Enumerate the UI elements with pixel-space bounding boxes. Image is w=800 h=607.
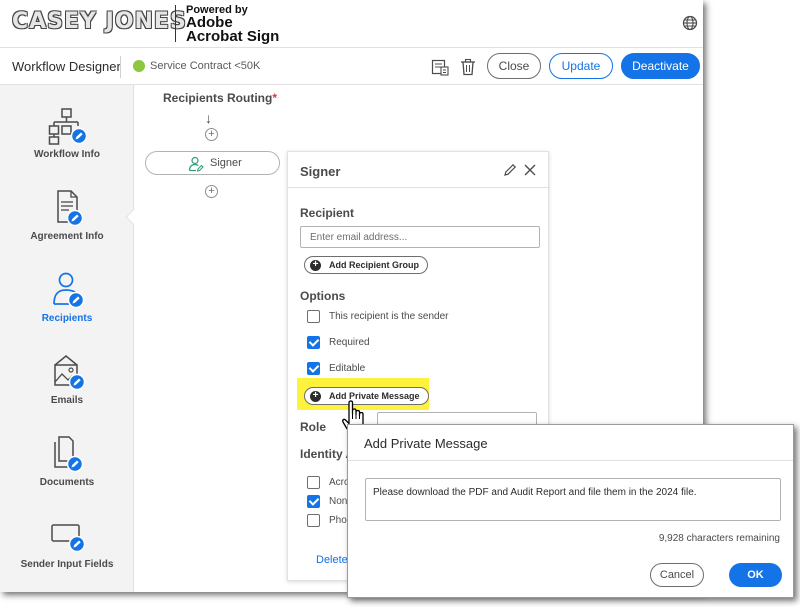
- editable-checkbox-row[interactable]: Editable: [307, 361, 365, 375]
- add-recipient-group-button[interactable]: + Add Recipient Group: [304, 256, 428, 274]
- required-checkbox-label: Required: [329, 336, 370, 348]
- documents-icon: [54, 436, 84, 473]
- sidebar-item-label: Agreement Info: [30, 231, 104, 242]
- workflow-name: Service Contract <50K: [150, 60, 261, 72]
- signer-node[interactable]: Signer: [145, 151, 280, 175]
- brand-divider: [175, 5, 176, 42]
- sender-checkbox-row[interactable]: This recipient is the sender: [307, 309, 449, 323]
- export-icon[interactable]: [431, 58, 449, 76]
- identity-checkbox[interactable]: [307, 494, 320, 508]
- recipient-label: Recipient: [300, 206, 355, 220]
- arrow-down-icon: ↓: [205, 110, 212, 126]
- sender-checkbox-label: This recipient is the sender: [329, 310, 449, 322]
- signer-node-label: Signer: [210, 157, 242, 169]
- emails-icon: [54, 355, 86, 391]
- panel-title: Signer: [300, 164, 341, 179]
- workflow-icon: [48, 108, 87, 145]
- identity-checkbox[interactable]: [307, 475, 320, 489]
- close-button[interactable]: Close: [487, 53, 541, 79]
- required-checkbox-row[interactable]: Required: [307, 335, 370, 349]
- sidebar-item-workflow-info[interactable]: Workflow Info: [0, 107, 134, 160]
- add-step-icon[interactable]: +: [205, 128, 218, 141]
- options-label: Options: [300, 289, 346, 303]
- pencil-icon[interactable]: [503, 163, 517, 177]
- cancel-button[interactable]: Cancel: [650, 563, 704, 587]
- toolbar-divider: [120, 56, 121, 78]
- sidebar-item-label: Recipients: [41, 313, 93, 324]
- update-button[interactable]: Update: [549, 53, 613, 79]
- identity-checkbox[interactable]: [307, 513, 320, 527]
- sender-checkbox[interactable]: [307, 309, 320, 323]
- dialog-divider: [348, 460, 793, 461]
- trash-icon[interactable]: [459, 58, 477, 76]
- sidebar-item-documents[interactable]: Documents: [0, 435, 134, 488]
- private-message-textarea[interactable]: Please download the PDF and Audit Report…: [365, 478, 781, 521]
- identity-option-row[interactable]: Acro: [307, 475, 350, 489]
- sidebar: Workflow Info Agreement Info Recipients …: [0, 85, 134, 592]
- sidebar-item-label: Workflow Info: [34, 149, 100, 160]
- routing-title-text: Recipients Routing: [163, 91, 273, 105]
- dialog-title: Add Private Message: [364, 436, 488, 451]
- sidebar-item-label: Documents: [39, 477, 95, 488]
- agreement-icon: [57, 190, 84, 227]
- status-indicator: [133, 60, 145, 72]
- required-checkbox[interactable]: [307, 335, 320, 349]
- ok-button[interactable]: OK: [729, 563, 782, 587]
- panel-divider: [288, 187, 550, 188]
- sidebar-item-recipients[interactable]: Recipients: [0, 271, 134, 324]
- sidebar-item-agreement-info[interactable]: Agreement Info: [0, 189, 134, 242]
- page-title: Workflow Designer: [12, 59, 121, 74]
- recipients-icon: [53, 272, 85, 309]
- routing-title: Recipients Routing*: [163, 91, 277, 105]
- email-field[interactable]: [300, 226, 540, 248]
- brand-bar: CASEY JONES Powered by Adobe Acrobat Sig…: [0, 0, 703, 47]
- delete-link[interactable]: Delete: [316, 554, 348, 566]
- sidebar-item-label: Emails: [50, 395, 84, 406]
- required-marker: *: [272, 91, 278, 105]
- product-name: Adobe Acrobat Sign: [186, 14, 280, 45]
- deactivate-button[interactable]: Deactivate: [621, 53, 700, 79]
- sender-input-fields-icon: [51, 524, 86, 553]
- characters-remaining: 9,928 characters remaining: [658, 533, 780, 544]
- add-step-icon[interactable]: +: [205, 185, 218, 198]
- role-label: Role: [300, 420, 327, 434]
- add-recipient-group-label: Add Recipient Group: [329, 260, 419, 270]
- company-logo: CASEY JONES: [12, 9, 187, 34]
- close-icon[interactable]: [522, 162, 538, 178]
- signer-icon: [188, 156, 204, 172]
- editable-checkbox-label: Editable: [329, 362, 366, 374]
- globe-icon[interactable]: [682, 15, 698, 31]
- sidebar-item-sender-input-fields[interactable]: Sender Input Fields: [0, 517, 134, 570]
- toolbar: Workflow Designer Service Contract <50K …: [0, 47, 703, 85]
- sidebar-item-emails[interactable]: Emails: [0, 353, 134, 406]
- plus-icon: +: [310, 390, 321, 402]
- sidebar-item-label: Sender Input Fields: [20, 559, 114, 570]
- identity-option-row[interactable]: Phon: [307, 513, 352, 527]
- add-private-message-dialog: Add Private Message Please download the …: [347, 424, 794, 598]
- plus-icon: +: [310, 259, 321, 271]
- editable-checkbox[interactable]: [307, 361, 320, 375]
